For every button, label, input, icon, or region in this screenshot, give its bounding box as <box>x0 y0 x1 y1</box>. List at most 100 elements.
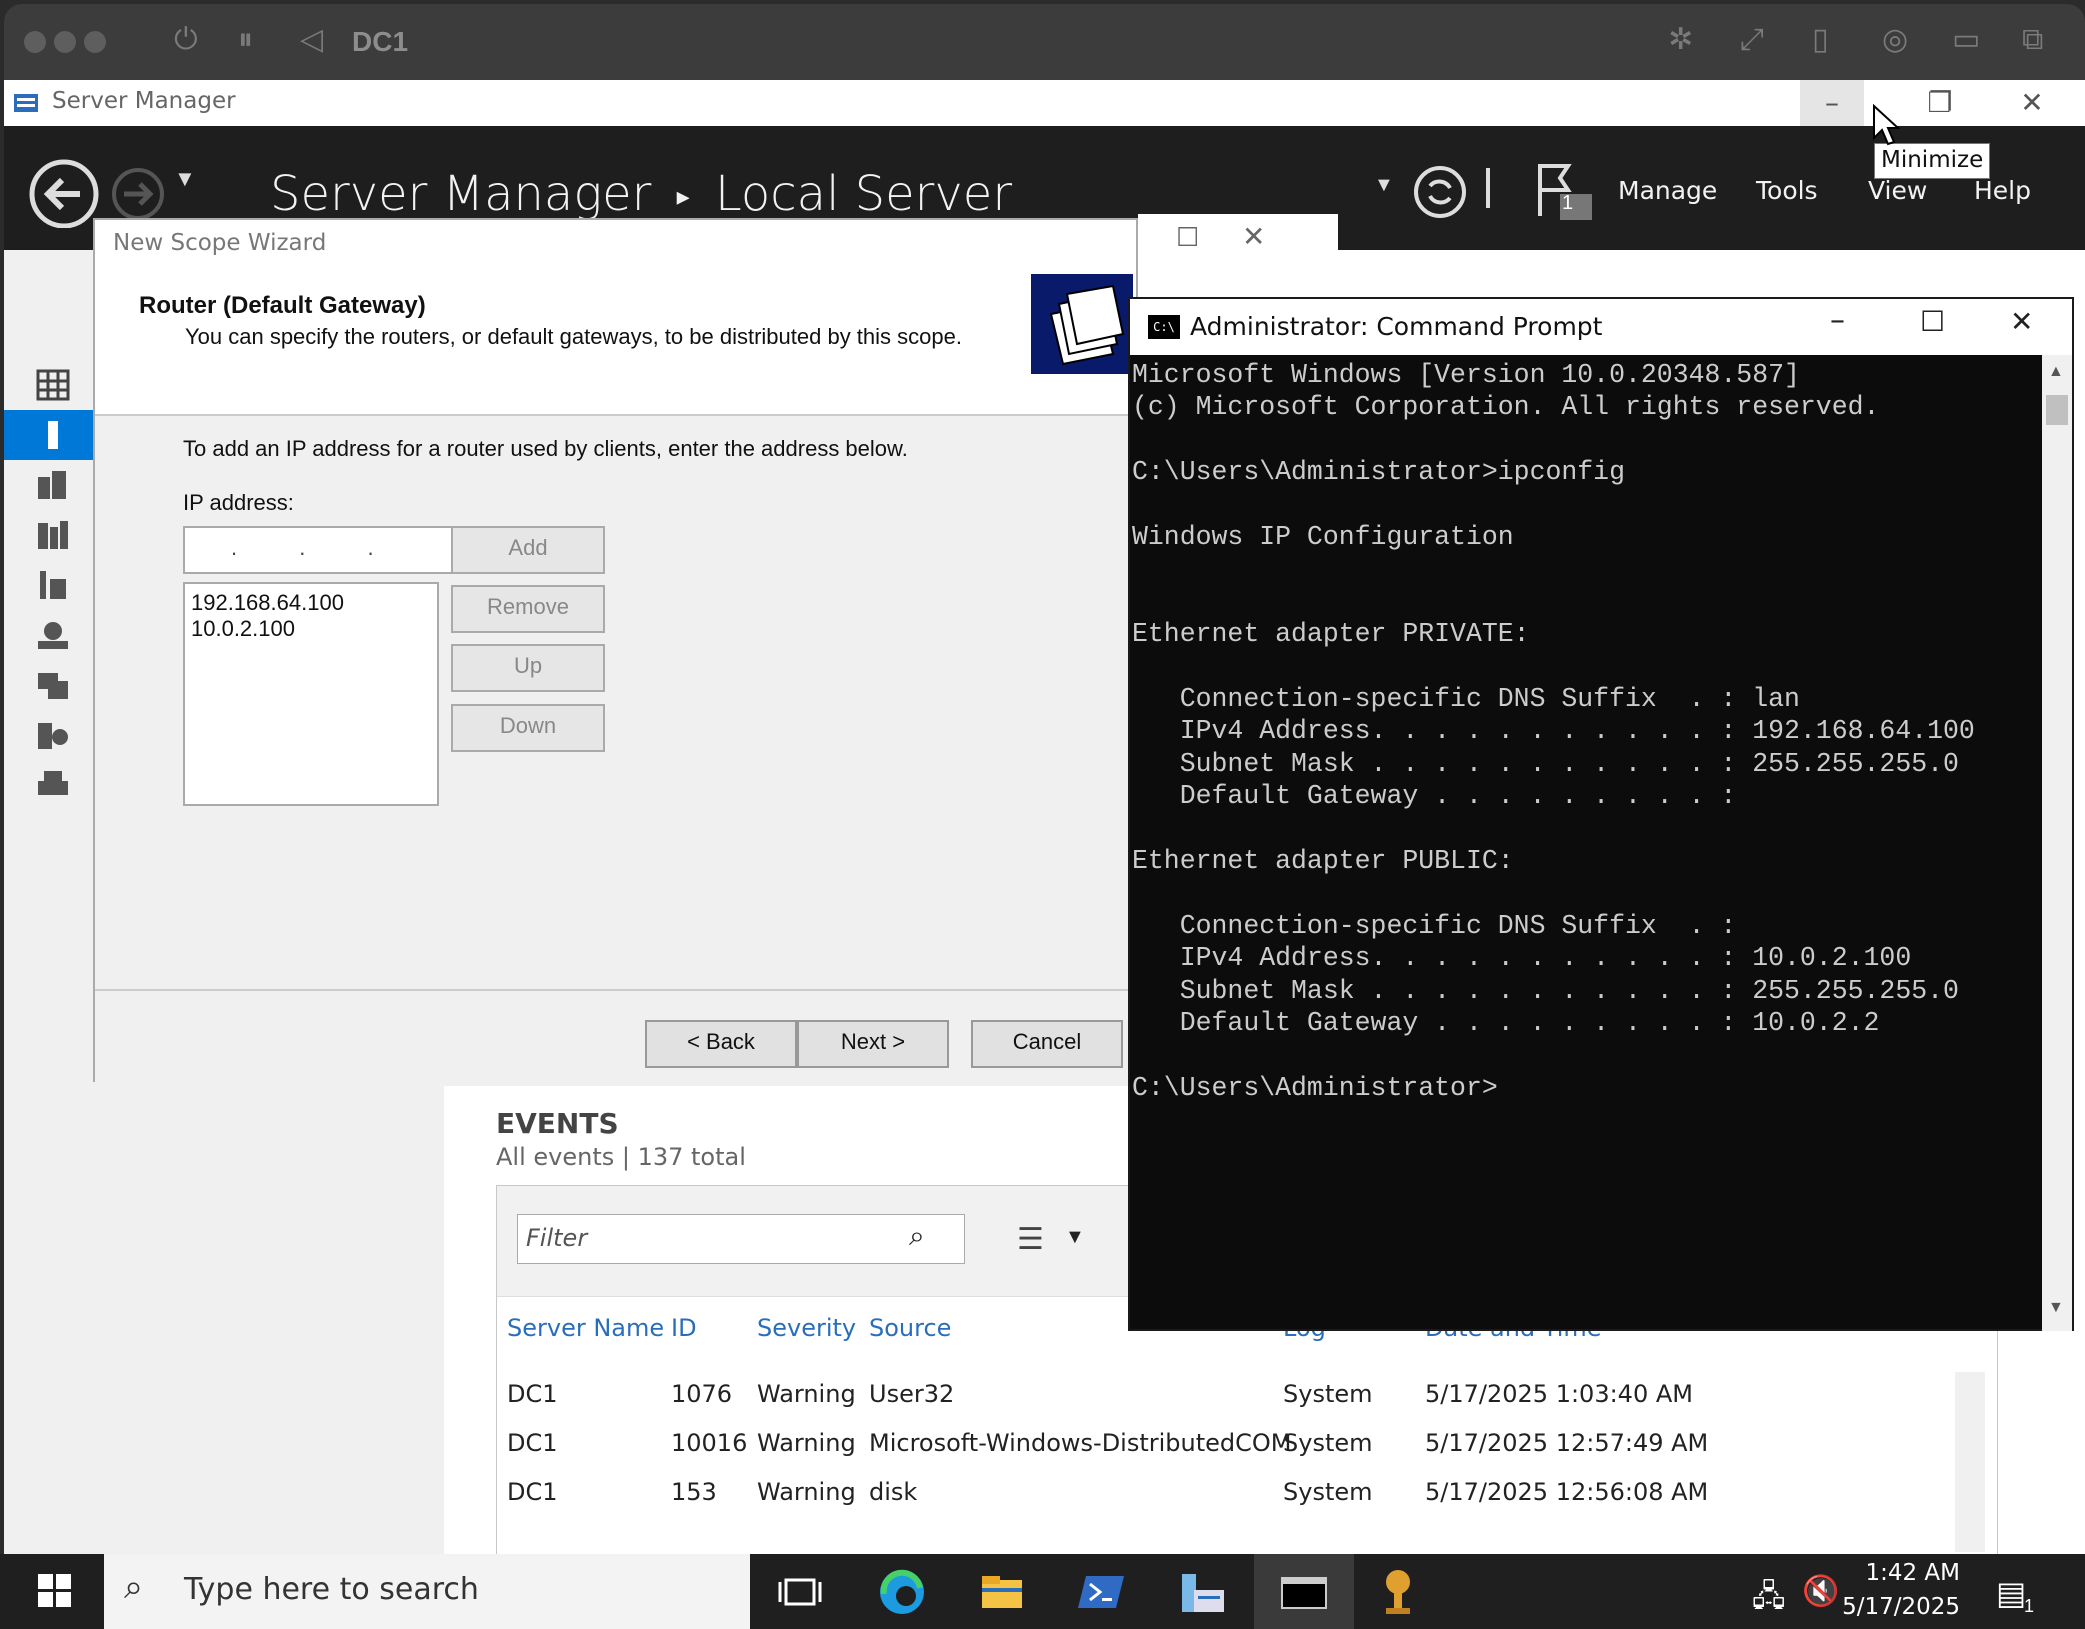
windows-start-icon[interactable] <box>38 1574 72 1608</box>
cmd-line <box>1132 651 2032 683</box>
column-severity[interactable]: Severity <box>757 1314 856 1342</box>
search-icon: ⌕ <box>124 1568 144 1606</box>
up-button[interactable]: Up <box>451 644 605 692</box>
minimize-tooltip: Minimize <box>1874 143 1991 179</box>
column-source[interactable]: Source <box>869 1314 951 1342</box>
cancel-button[interactable]: Cancel <box>971 1020 1123 1068</box>
menu-view[interactable]: View <box>1868 176 1927 205</box>
restore-button[interactable]: ❐ <box>1908 80 1972 126</box>
cmd-line: IPv4 Address. . . . . . . . . . . : 192.… <box>1132 716 1975 747</box>
view-options-dropdown-icon[interactable]: ▼ <box>1065 1226 1085 1249</box>
cmd-scrollbar[interactable]: ▲ ▼ <box>2042 355 2072 1331</box>
file-explorer-icon[interactable] <box>974 1564 1030 1620</box>
notification-center-icon[interactable]: ▤ <box>1996 1574 2026 1612</box>
vm-host-titlebar: ⏻ ⏸ ◁ DC1 ✲ ⤢ ▯ ◎ ▭ ⧉ <box>4 4 2085 80</box>
minimize-button[interactable]: – <box>1800 80 1864 126</box>
usb-icon[interactable]: ▯ <box>1812 22 1829 57</box>
cell-severity: Warning <box>757 1429 856 1457</box>
ip-address-input[interactable]: . . . <box>183 526 473 574</box>
disc-icon[interactable]: ◎ <box>1882 22 1908 57</box>
cmd-titlebar: C:\ Administrator: Command Prompt – ☐ ✕ <box>1130 299 2072 355</box>
header-dropdown-icon[interactable]: ▼ <box>1374 174 1394 197</box>
close-traffic-light[interactable] <box>24 31 46 53</box>
cell-severity: Warning <box>757 1478 856 1506</box>
clock-time[interactable]: 1:42 AM <box>1830 1560 1960 1586</box>
menu-tools[interactable]: Tools <box>1756 176 1818 205</box>
cmd-line: Ethernet adapter PUBLIC: <box>1132 846 1514 877</box>
cmd-output[interactable]: Microsoft Windows [Version 10.0.20348.58… <box>1132 359 2032 1104</box>
notification-count: 1 <box>1562 192 1574 214</box>
cmd-line <box>1132 489 2032 521</box>
back-button[interactable]: < Back <box>645 1020 797 1068</box>
close-button[interactable]: ✕ <box>2000 80 2064 126</box>
cell-server: DC1 <box>507 1380 558 1408</box>
cmd-line <box>1132 878 2032 910</box>
edge-icon[interactable] <box>874 1564 930 1620</box>
brightness-icon[interactable]: ✲ <box>1668 22 1693 57</box>
server-manager-icon <box>14 94 38 112</box>
next-button[interactable]: Next > <box>797 1020 949 1068</box>
search-icon[interactable]: ⌕ <box>909 1220 925 1253</box>
remove-button[interactable]: Remove <box>451 585 605 633</box>
windows-icon[interactable]: ⧉ <box>2022 22 2043 57</box>
close-icon[interactable]: ✕ <box>1242 220 1265 253</box>
cmd-line: Microsoft Windows [Version 10.0.20348.58… <box>1132 360 1800 390</box>
events-subtitle: All events | 137 total <box>496 1143 746 1171</box>
column-id[interactable]: ID <box>671 1314 697 1342</box>
cmd-line <box>1132 1040 2032 1072</box>
zoom-traffic-light[interactable] <box>84 31 106 53</box>
scroll-thumb[interactable] <box>2046 395 2068 425</box>
nav-dropdown-icon[interactable]: ▼ <box>174 166 196 192</box>
back-icon[interactable]: ◁ <box>300 22 323 57</box>
menu-help[interactable]: Help <box>1974 176 2031 205</box>
events-scrollbar[interactable] <box>1955 1372 1985 1552</box>
cmd-line: Connection-specific DNS Suffix . : <box>1132 910 1737 941</box>
list-item[interactable]: 10.0.2.100 <box>191 616 431 642</box>
wizard-body: To add an IP address for a router used b… <box>95 416 1136 991</box>
dns-icon <box>38 622 68 649</box>
cell-server: DC1 <box>507 1429 558 1457</box>
maximize-icon[interactable]: ☐ <box>1176 222 1199 253</box>
list-item[interactable]: 192.168.64.100 <box>191 590 431 616</box>
taskbar-search-box[interactable]: ⌕ Type here to search <box>104 1554 750 1629</box>
minimize-icon[interactable]: – <box>1830 303 1845 338</box>
events-filter-input[interactable]: Filter <box>517 1214 965 1264</box>
breadcrumb-root[interactable]: Server Manager <box>270 166 651 222</box>
close-icon[interactable]: ✕ <box>2010 305 2033 338</box>
dhcp-tool-icon[interactable] <box>1374 1564 1430 1620</box>
server-manager-titlebar: Server Manager – ❐ ✕ <box>4 80 2085 126</box>
shared-folder-icon[interactable]: ▭ <box>1952 22 1980 57</box>
wizard-header: Router (Default Gateway) You can specify… <box>95 270 1136 416</box>
pause-icon[interactable]: ⏸ <box>238 22 253 57</box>
server-manager-taskbar-icon[interactable] <box>1174 1564 1230 1620</box>
command-prompt-window[interactable]: C:\ Administrator: Command Prompt – ☐ ✕ … <box>1128 297 2074 1331</box>
clock-date[interactable]: 5/17/2025 <box>1830 1594 1960 1620</box>
dhcp-icon <box>40 571 66 599</box>
power-icon[interactable]: ⏻ <box>174 22 198 57</box>
taskbar: ⌕ Type here to search 🖧 🔇 1:42 AM 5/17/2… <box>0 1554 2085 1629</box>
scroll-down-icon[interactable]: ▼ <box>2048 1299 2064 1317</box>
menu-manage[interactable]: Manage <box>1618 176 1717 205</box>
column-server-name[interactable]: Server Name <box>507 1314 664 1342</box>
down-button[interactable]: Down <box>451 704 605 752</box>
add-button[interactable]: Add <box>451 526 605 574</box>
notification-badge: 1 <box>2024 1596 2035 1616</box>
scroll-up-icon[interactable]: ▲ <box>2048 363 2064 381</box>
cmd-taskbar-icon[interactable] <box>1276 1564 1332 1620</box>
cmd-line: Default Gateway . . . . . . . . . : 10.0… <box>1132 1008 1880 1039</box>
resize-icon[interactable]: ⤢ <box>1740 22 1764 57</box>
cell-log: System <box>1283 1380 1373 1408</box>
events-title: EVENTS <box>496 1107 619 1140</box>
refresh-icon[interactable] <box>1412 164 1468 220</box>
header-divider <box>1486 168 1490 208</box>
router-list[interactable]: 192.168.64.100 10.0.2.100 <box>183 582 439 806</box>
powershell-icon[interactable] <box>1074 1564 1130 1620</box>
all-servers-icon <box>38 471 66 499</box>
ip-address-label: IP address: <box>183 490 294 515</box>
network-icon[interactable]: 🖧 <box>1752 1574 1785 1625</box>
task-view-icon[interactable] <box>772 1564 828 1620</box>
minimize-traffic-light[interactable] <box>54 31 76 53</box>
maximize-icon[interactable]: ☐ <box>1920 305 1945 338</box>
cmd-line: Subnet Mask . . . . . . . . . . . : 255.… <box>1132 748 1959 779</box>
view-options-icon[interactable]: ☰ <box>1017 1222 1044 1257</box>
